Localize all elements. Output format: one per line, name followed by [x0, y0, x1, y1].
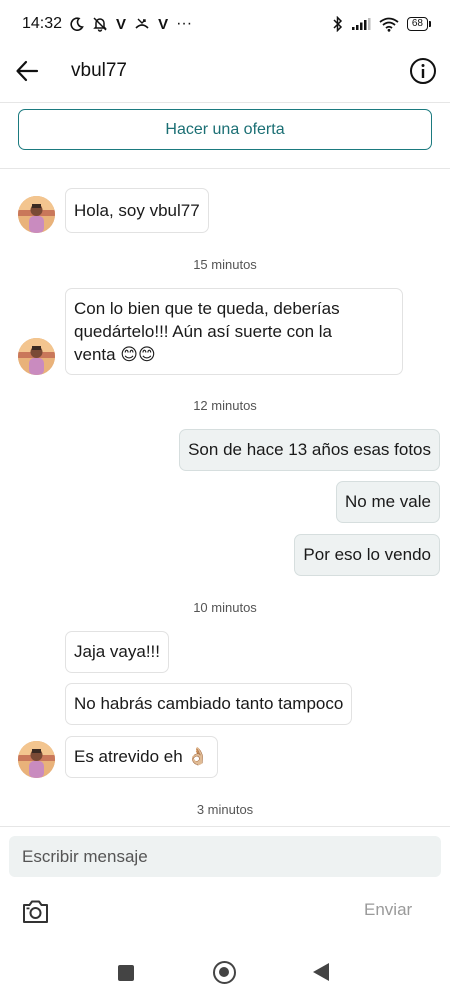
outgoing-message[interactable]: Son de hace 13 años esas fotos — [179, 429, 440, 471]
camera-icon[interactable] — [21, 898, 50, 925]
outgoing-message[interactable]: Por eso lo vendo — [294, 534, 440, 576]
avatar[interactable] — [18, 741, 55, 778]
message-text-line: Con lo bien que te queda, deberías — [74, 299, 340, 318]
back-arrow-icon[interactable] — [14, 58, 40, 84]
info-icon[interactable] — [409, 57, 437, 85]
more-notifications-indicator: ··· — [176, 15, 193, 32]
app-notification-icon: V — [116, 15, 127, 33]
app-notification-icon-2: V — [158, 15, 169, 33]
chat-title[interactable]: vbul77 — [71, 60, 127, 82]
message-text: Por eso lo vendo — [303, 545, 431, 564]
outgoing-message[interactable]: No me vale — [336, 481, 440, 523]
send-button[interactable]: Enviar — [364, 900, 412, 920]
make-offer-button[interactable]: Hacer una oferta — [18, 109, 432, 150]
bluetooth-icon — [333, 16, 342, 32]
message-text-line: venta 😊😊 — [74, 345, 156, 364]
message-text: No me vale — [345, 492, 431, 511]
incoming-message[interactable]: Hola, soy vbul77 — [65, 188, 209, 233]
incoming-message[interactable]: Es atrevido eh 👌🏼 — [65, 736, 218, 778]
message-timestamp: 10 minutos — [193, 600, 257, 615]
signal-icon — [351, 18, 371, 30]
message-text: No habrás cambiado tanto tampoco — [74, 694, 344, 713]
composer-divider — [0, 826, 450, 827]
moon-icon — [70, 17, 84, 31]
incoming-message[interactable]: No habrás cambiado tanto tampoco — [65, 683, 353, 725]
message-timestamp: 12 minutos — [193, 398, 257, 413]
message-text: Hola, soy vbul77 — [74, 201, 200, 220]
system-nav-bar — [0, 950, 450, 1000]
chat-header: vbul77 — [0, 48, 450, 102]
status-right: 68 — [333, 16, 432, 32]
notifications-off-icon — [93, 17, 107, 32]
message-text: Es atrevido eh 👌🏼 — [74, 747, 209, 766]
message-text: Son de hace 13 años esas fotos — [188, 440, 431, 459]
message-text-line: quedártelo!!! Aún así suerte con la — [74, 322, 333, 341]
home-icon[interactable] — [213, 961, 236, 984]
status-bar: 14:32 V V ··· 68 — [0, 0, 450, 48]
incoming-message[interactable]: Con lo bien que te queda, deberías quedá… — [65, 288, 403, 375]
missed-call-icon — [135, 18, 149, 29]
offer-divider — [0, 168, 450, 169]
avatar[interactable] — [18, 338, 55, 375]
message-timestamp: 3 minutos — [196, 802, 254, 817]
battery-indicator: 68 — [406, 17, 432, 31]
avatar[interactable] — [18, 196, 55, 233]
header-divider — [0, 102, 450, 103]
wifi-icon — [379, 17, 399, 32]
message-text: Jaja vaya!!! — [74, 642, 160, 661]
incoming-message[interactable]: Jaja vaya!!! — [65, 631, 169, 673]
system-back-icon[interactable] — [313, 963, 329, 981]
status-left: 14:32 V V ··· — [22, 15, 192, 33]
recent-apps-icon[interactable] — [118, 965, 134, 981]
message-input[interactable] — [9, 836, 441, 877]
status-time: 14:32 — [22, 15, 63, 32]
message-timestamp: 15 minutos — [193, 257, 257, 272]
